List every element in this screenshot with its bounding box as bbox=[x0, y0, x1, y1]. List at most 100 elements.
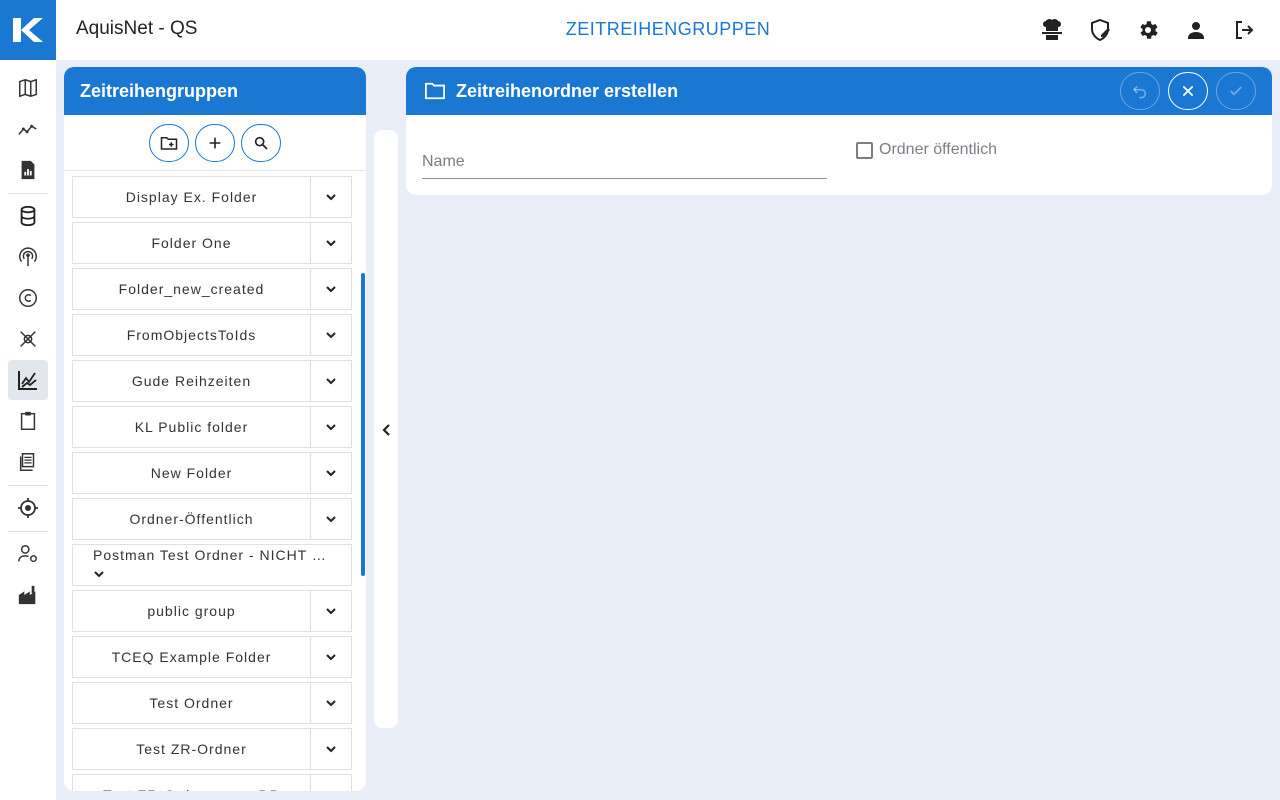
folder-expand-button[interactable] bbox=[311, 407, 351, 447]
folder-item[interactable]: Gude Reihzeiten bbox=[72, 360, 352, 402]
folder-expand-button[interactable] bbox=[93, 565, 351, 583]
satellite-icon bbox=[20, 331, 36, 347]
undo-icon bbox=[1132, 85, 1147, 99]
public-checkbox-group[interactable]: Ordner öffentlich bbox=[856, 141, 997, 159]
folder-item[interactable]: Test Ordner bbox=[72, 682, 352, 724]
folder-item-label[interactable]: KL Public folder bbox=[73, 407, 311, 447]
folder-expand-button[interactable] bbox=[311, 453, 351, 493]
trend-icon bbox=[18, 124, 37, 135]
user-icon[interactable] bbox=[1180, 14, 1212, 46]
add-icon bbox=[209, 137, 221, 148]
folder-expand-button[interactable] bbox=[311, 637, 351, 677]
nav-separator bbox=[8, 531, 48, 532]
folder-expand-button[interactable] bbox=[311, 683, 351, 723]
collapse-panel-button[interactable] bbox=[376, 418, 396, 442]
folder-item[interactable]: Folder One bbox=[72, 222, 352, 264]
folder-item-label[interactable]: Gude Reihzeiten bbox=[73, 361, 311, 401]
factory-icon bbox=[18, 585, 36, 605]
folder-expand-button[interactable] bbox=[311, 361, 351, 401]
create-folder-panel: Zeitreihenordner erstellen Ordner öffent… bbox=[406, 67, 1272, 195]
folder-expand-button[interactable] bbox=[311, 775, 351, 791]
top-bar: AquisNet - QS ZEITREIHENGRUPPEN bbox=[0, 0, 1280, 60]
folder-item[interactable]: FromObjectsToIds bbox=[72, 314, 352, 356]
nav-target[interactable] bbox=[8, 488, 48, 528]
folder-expand-button[interactable] bbox=[311, 269, 351, 309]
new-folder-button[interactable] bbox=[149, 123, 189, 162]
target-icon bbox=[18, 498, 38, 518]
folder-expand-button[interactable] bbox=[311, 729, 351, 769]
nav-layers[interactable] bbox=[8, 442, 48, 482]
nav-copyright[interactable] bbox=[8, 278, 48, 318]
chef-hat-icon[interactable] bbox=[1036, 14, 1068, 46]
chevron-down-icon bbox=[326, 378, 336, 385]
shield-edit-icon[interactable] bbox=[1084, 14, 1116, 46]
folder-item[interactable]: Test ZR-Ordner bbox=[72, 728, 352, 770]
folder-item[interactable]: Test ZR-Ordner neue DB bbox=[72, 774, 352, 791]
folder-item[interactable]: Ordner-Öffentlich bbox=[72, 498, 352, 540]
chevron-down-icon bbox=[326, 332, 336, 339]
folder-item-label[interactable]: Test ZR-Ordner bbox=[73, 729, 311, 769]
folder-item-label[interactable]: Display Ex. Folder bbox=[73, 177, 311, 217]
map-icon bbox=[19, 78, 37, 98]
gear-icon[interactable] bbox=[1132, 14, 1164, 46]
nav-database[interactable] bbox=[8, 196, 48, 236]
top-icons bbox=[1036, 14, 1260, 46]
nav-report[interactable] bbox=[8, 150, 48, 190]
folder-expand-button[interactable] bbox=[311, 499, 351, 539]
folder-expand-button[interactable] bbox=[311, 315, 351, 355]
chevron-down-icon bbox=[326, 700, 336, 707]
folder-item[interactable]: Display Ex. Folder bbox=[72, 176, 352, 218]
add-button[interactable] bbox=[195, 123, 235, 162]
nav-map[interactable] bbox=[8, 68, 48, 108]
nav-factory[interactable] bbox=[8, 575, 48, 615]
groups-panel: Zeitreihengruppen Display Ex. Folder Fold… bbox=[64, 67, 366, 791]
folder-item-label[interactable]: New Folder bbox=[73, 453, 311, 493]
groups-panel-title: Zeitreihengruppen bbox=[64, 67, 366, 115]
close-icon bbox=[1182, 85, 1194, 97]
nav-trend[interactable] bbox=[8, 109, 48, 149]
folder-expand-button[interactable] bbox=[311, 223, 351, 263]
chevron-down-icon bbox=[326, 424, 336, 431]
logout-icon[interactable] bbox=[1228, 14, 1260, 46]
nav-antenna[interactable] bbox=[8, 237, 48, 277]
nav-satellite[interactable] bbox=[8, 319, 48, 359]
chevron-down-icon bbox=[326, 654, 336, 661]
folder-item-label[interactable]: public group bbox=[73, 591, 311, 631]
undo-button[interactable] bbox=[1120, 72, 1160, 110]
folder-item[interactable]: TCEQ Example Folder bbox=[72, 636, 352, 678]
create-folder-title: Zeitreihenordner erstellen bbox=[456, 80, 679, 101]
close-button[interactable] bbox=[1168, 72, 1208, 110]
folder-item[interactable]: public group bbox=[72, 590, 352, 632]
database-icon bbox=[20, 205, 36, 227]
folder-item-label[interactable]: Folder One bbox=[73, 223, 311, 263]
folder-item[interactable]: Postman Test Ordner - NICHT … bbox=[72, 544, 352, 586]
confirm-button[interactable] bbox=[1216, 72, 1256, 110]
folder-item[interactable]: New Folder bbox=[72, 452, 352, 494]
folder-item-label[interactable]: Ordner-Öffentlich bbox=[73, 499, 311, 539]
public-checkbox[interactable] bbox=[856, 141, 873, 159]
nav-separator bbox=[8, 193, 48, 194]
check-icon bbox=[1230, 86, 1242, 96]
groups-actions bbox=[64, 115, 366, 171]
folder-expand-button[interactable] bbox=[311, 591, 351, 631]
folder-expand-button[interactable] bbox=[311, 177, 351, 217]
folder-item[interactable]: Folder_new_created bbox=[72, 268, 352, 310]
chevron-down-icon bbox=[326, 746, 336, 753]
layers-icon bbox=[19, 453, 35, 471]
name-input[interactable] bbox=[422, 147, 827, 177]
folder-item-label[interactable]: Folder_new_created bbox=[73, 269, 311, 309]
report-icon bbox=[21, 160, 35, 180]
folder-item-label[interactable]: Test ZR-Ordner neue DB bbox=[73, 775, 311, 791]
folder-item-label[interactable]: TCEQ Example Folder bbox=[73, 637, 311, 677]
folder-list-scrollbar[interactable] bbox=[361, 273, 365, 576]
search-button[interactable] bbox=[241, 123, 281, 162]
folder-item-label[interactable]: FromObjectsToIds bbox=[73, 315, 311, 355]
folder-item-label[interactable]: Postman Test Ordner - NICHT … bbox=[93, 547, 333, 565]
folder-item[interactable]: KL Public folder bbox=[72, 406, 352, 448]
left-navigation bbox=[0, 60, 56, 800]
folder-item-label[interactable]: Test Ordner bbox=[73, 683, 311, 723]
nav-clipboard[interactable] bbox=[8, 401, 48, 441]
nav-user-settings[interactable] bbox=[8, 534, 48, 574]
chevron-left-icon bbox=[382, 424, 390, 436]
nav-chart[interactable] bbox=[8, 360, 48, 400]
